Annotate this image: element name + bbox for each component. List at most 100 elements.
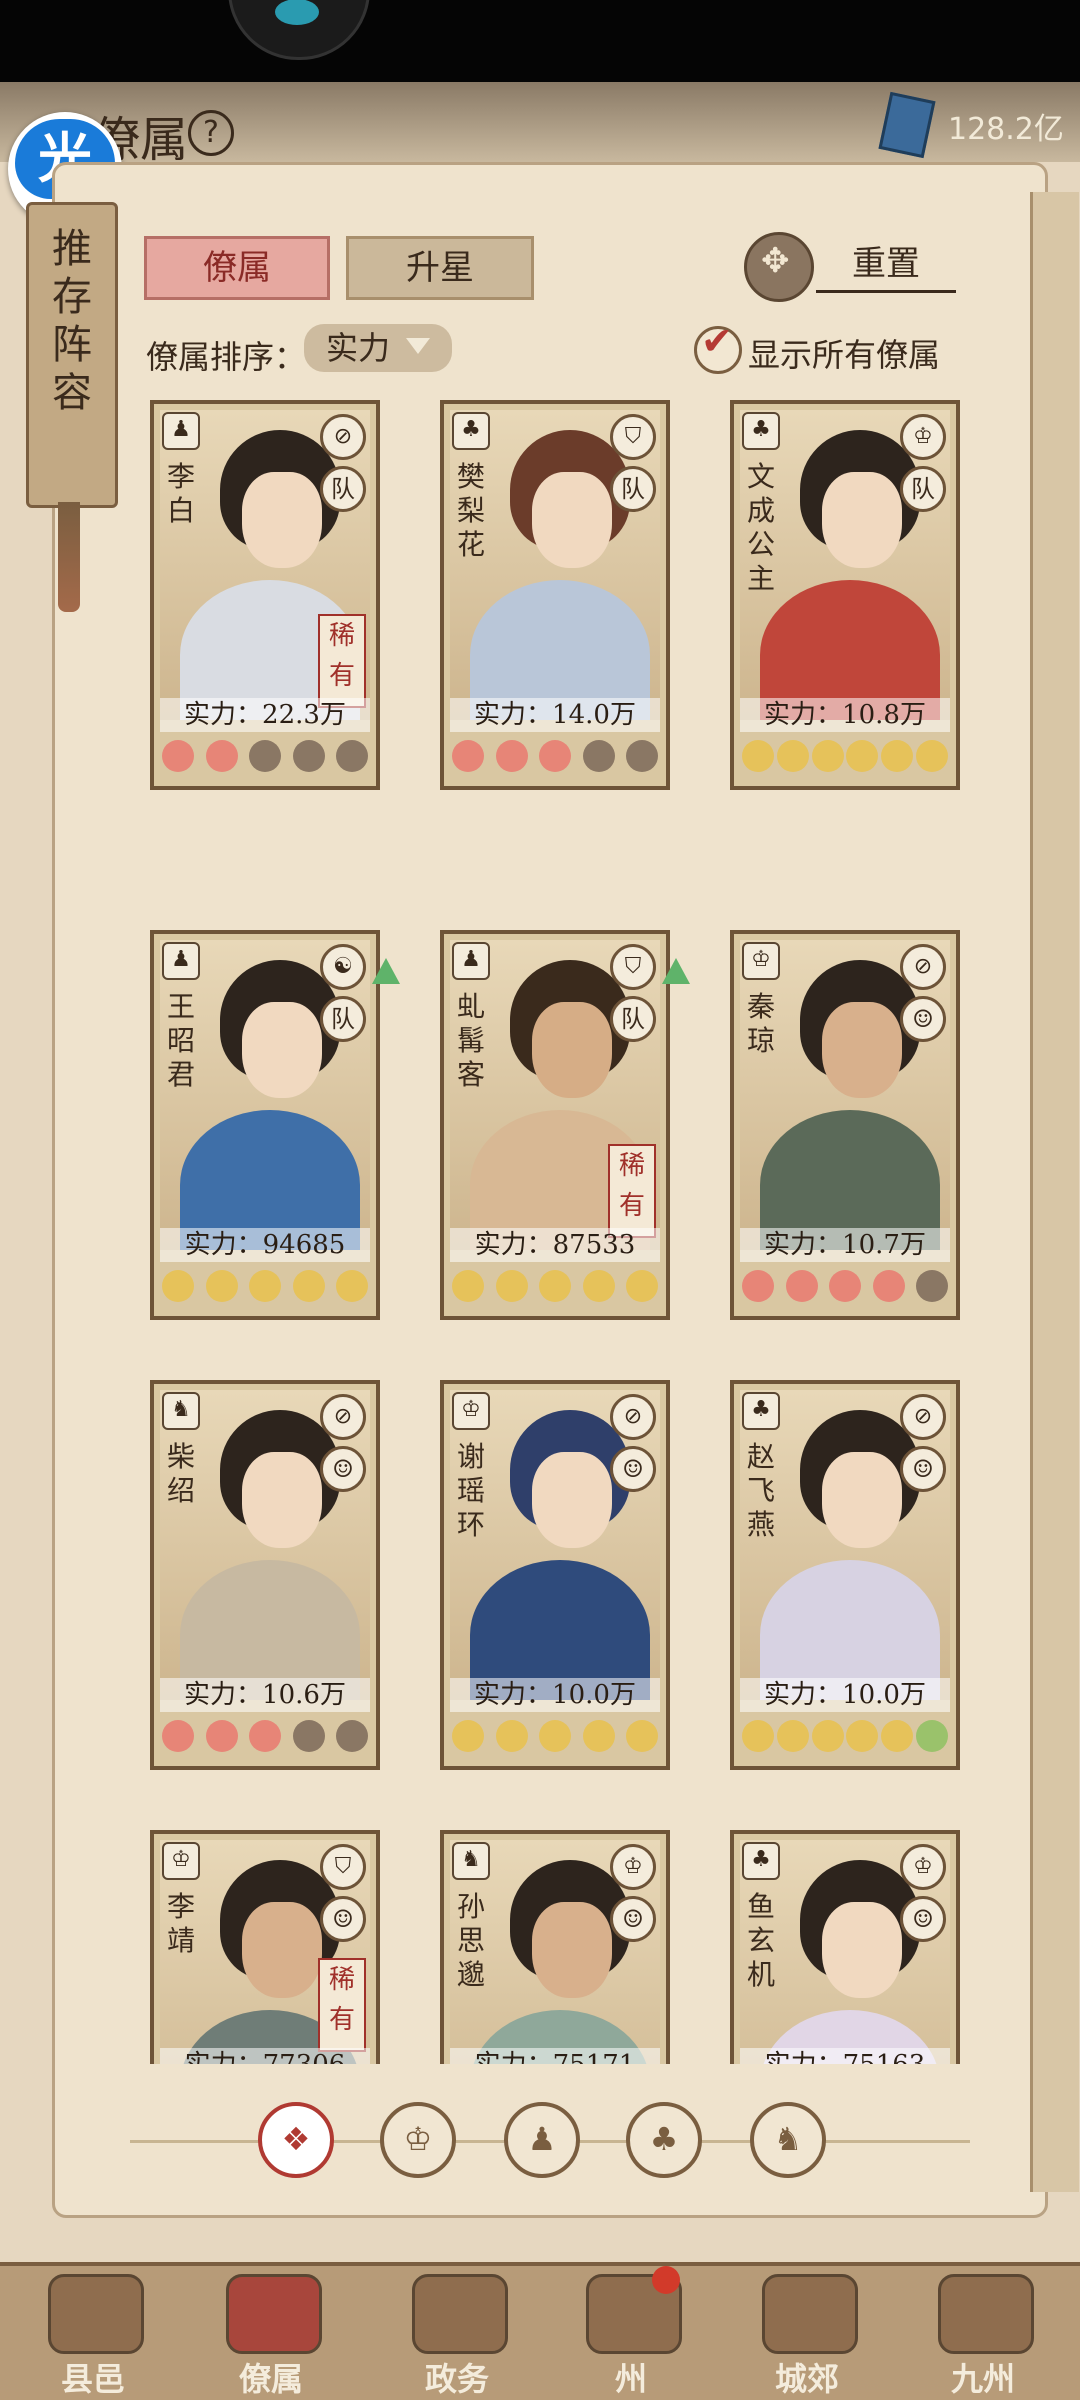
- team-badge: 队: [610, 466, 656, 512]
- filter-all-icon[interactable]: ❖: [258, 2102, 334, 2178]
- camera-notch-icon: [228, 0, 370, 60]
- class-icon: ♣: [452, 412, 490, 450]
- paired-avatar-icon: ☺: [900, 1896, 946, 1942]
- filter-scholar-icon[interactable]: ♟: [504, 2102, 580, 2178]
- filter-official-icon[interactable]: ♔: [380, 2102, 456, 2178]
- bow-skill-icon: ⊘: [610, 1394, 656, 1440]
- power-value: 实力：10.7万: [740, 1228, 950, 1262]
- retainer-card-libai[interactable]: ♟ 李白 ⊘ 队 稀有 实力：22.3万: [150, 400, 380, 790]
- upgrade-arrow-icon: [662, 958, 690, 984]
- county-building-icon: [48, 2274, 144, 2354]
- nav-prefecture[interactable]: 州: [556, 2266, 706, 2400]
- nav-label: 政务: [424, 2360, 489, 2398]
- scroll-edge: [1030, 192, 1079, 2192]
- crown-skill-icon: ♔: [610, 1844, 656, 1890]
- retainer-name: 柴绍: [166, 1440, 195, 1507]
- nav-label: 城郊: [774, 2360, 839, 2398]
- retainer-card-chaishao[interactable]: ♞ 柴绍 ⊘ ☺ 实力：10.6万: [150, 1380, 380, 1770]
- retainer-name: 孙思邈: [456, 1890, 485, 1991]
- yinyang-skill-icon: ☯: [320, 944, 366, 990]
- class-icon: ♟: [452, 942, 490, 980]
- status-bar: [0, 0, 1080, 82]
- nav-label: 县邑: [60, 2360, 125, 2398]
- class-icon: ♟: [162, 412, 200, 450]
- star-level: [162, 1720, 368, 1756]
- suburbs-gate-icon: [762, 2274, 858, 2354]
- bottom-nav: 县邑 僚属 政务 州 城郊 九州: [0, 2262, 1080, 2400]
- nav-nine-states[interactable]: 九州: [908, 2270, 1058, 2400]
- reset-icon[interactable]: [744, 232, 814, 302]
- paired-avatar-icon: ☺: [320, 1446, 366, 1492]
- power-value: 实力：10.6万: [160, 1678, 370, 1712]
- team-badge: 队: [610, 996, 656, 1042]
- retainer-card-wangzhaojun[interactable]: ♟ 王昭君 ☯ 队 实力：94685: [150, 930, 400, 1320]
- nav-county[interactable]: 县邑: [18, 2270, 168, 2400]
- filter-fan-icon[interactable]: ♣: [626, 2102, 702, 2178]
- retainer-card-yuxuanji[interactable]: ♣ 鱼玄机 ♔ ☺ 实力：75163: [730, 1830, 960, 2064]
- power-value: 实力：94685: [160, 1228, 370, 1262]
- retainer-name: 樊梨花: [456, 460, 485, 561]
- crown-skill-icon: ♔: [900, 1844, 946, 1890]
- crown-skill-icon: ♔: [900, 414, 946, 460]
- power-value: 实力：10.8万: [740, 698, 950, 732]
- power-value: 实力：75171: [450, 2048, 660, 2064]
- class-icon: ♞: [452, 1842, 490, 1880]
- star-level: [742, 740, 948, 776]
- bow-skill-icon: ⊘: [320, 1394, 366, 1440]
- retainer-name: 王昭君: [166, 990, 195, 1091]
- retainer-name: 李白: [166, 460, 195, 527]
- bow-skill-icon: ⊘: [320, 414, 366, 460]
- retainer-card-wenchenggongzhu[interactable]: ♣ 文成公主 ♔ 队 实力：10.8万: [730, 400, 960, 790]
- nav-retainers[interactable]: 僚属: [196, 2270, 346, 2400]
- power-value: 实力：10.0万: [740, 1678, 950, 1712]
- paired-avatar-icon: ☺: [320, 1896, 366, 1942]
- paired-avatar-icon: ☺: [900, 1446, 946, 1492]
- affairs-scroll-icon: [412, 2274, 508, 2354]
- nav-label: 僚属: [238, 2360, 303, 2398]
- paired-avatar-icon: ☺: [610, 1896, 656, 1942]
- recommended-lineup-label: 推存阵容: [52, 226, 92, 416]
- retainer-name: 赵飞燕: [746, 1440, 775, 1541]
- class-icon: ♣: [742, 1842, 780, 1880]
- shield-skill-icon: ⛉: [320, 1844, 366, 1890]
- retainer-card-fanlihua[interactable]: ♣ 樊梨花 ⛉ 队 实力：14.0万: [440, 400, 670, 790]
- sort-label: 僚属排序：: [146, 338, 307, 376]
- star-level: [162, 740, 368, 776]
- retainer-name: 秦琼: [746, 990, 775, 1057]
- recommended-lineup-button[interactable]: 推存阵容: [26, 202, 118, 508]
- star-level: [452, 1270, 658, 1306]
- retainer-card-zhaofeiyan[interactable]: ♣ 赵飞燕 ⊘ ☺ 实力：10.0万: [730, 1380, 960, 1770]
- nine-states-map-icon: [938, 2274, 1034, 2354]
- nav-affairs[interactable]: 政务: [382, 2270, 532, 2400]
- retainer-card-lijing[interactable]: ♔ 李靖 ⛉ ☺ 稀有 实力：77306: [150, 1830, 380, 2064]
- nav-label: 州: [614, 2360, 647, 2398]
- notification-dot: [652, 2266, 680, 2294]
- class-icon: ♔: [162, 1842, 200, 1880]
- shield-skill-icon: ⛉: [610, 944, 656, 990]
- filter-horse-icon[interactable]: ♞: [750, 2102, 826, 2178]
- tab-retainers[interactable]: 僚属: [144, 236, 330, 300]
- class-icon: ♞: [162, 1392, 200, 1430]
- retainer-card-sunsimiao[interactable]: ♞ 孙思邈 ♔ ☺ 实力：75171: [440, 1830, 670, 2064]
- nav-suburbs[interactable]: 城郊: [732, 2270, 882, 2400]
- bow-skill-icon: ⊘: [900, 944, 946, 990]
- class-icon: ♔: [452, 1392, 490, 1430]
- rarity-badge: 稀有: [608, 1144, 656, 1238]
- retainer-name: 谢瑶环: [456, 1440, 485, 1541]
- retainer-name: 文成公主: [746, 460, 775, 595]
- show-all-checkbox[interactable]: [694, 319, 742, 374]
- power-value: 实力：75163: [740, 2048, 950, 2064]
- help-icon[interactable]: ?: [188, 110, 234, 156]
- reset-button[interactable]: 重置: [816, 238, 956, 293]
- show-all-label[interactable]: 显示所有僚属: [748, 330, 940, 376]
- class-icon: ♣: [742, 412, 780, 450]
- retainer-card-xieyaohuan[interactable]: ♔ 谢瑶环 ⊘ ☺ 实力：10.0万: [440, 1380, 670, 1770]
- upgrade-arrow-icon: [372, 958, 400, 984]
- class-icon: ♔: [742, 942, 780, 980]
- retainer-name: 虬髯客: [456, 990, 485, 1091]
- tab-star-up[interactable]: 升星: [346, 236, 534, 300]
- currency-book-icon: [878, 91, 936, 159]
- retainer-card-qiuranke[interactable]: ♟ 虬髯客 ⛉ 队 稀有 实力：87533: [440, 930, 690, 1320]
- header-bar: 僚属 ? 128.2亿: [0, 82, 1080, 168]
- retainer-card-qinqiong[interactable]: ♔ 秦琼 ⊘ ☺ 实力：10.7万: [730, 930, 960, 1320]
